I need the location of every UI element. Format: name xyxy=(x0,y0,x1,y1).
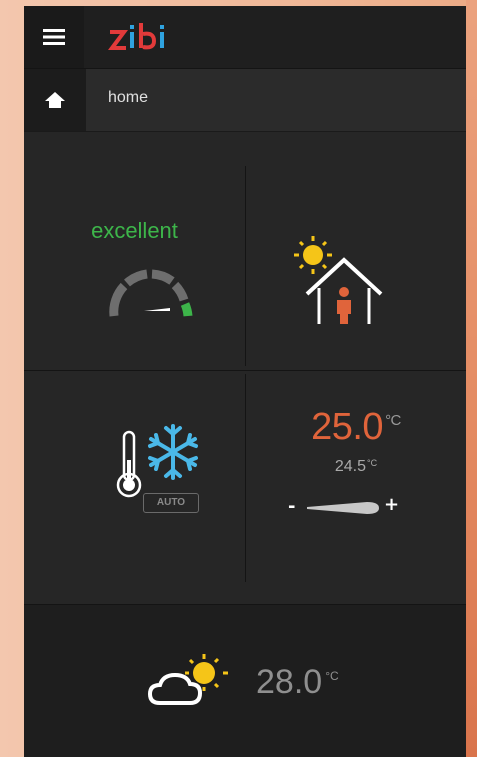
increase-setpoint-button[interactable]: + xyxy=(384,494,399,515)
snowflake-icon xyxy=(148,424,198,480)
current-unit: °C xyxy=(367,458,378,468)
setpoint-slider[interactable] xyxy=(307,501,379,515)
outdoor-temperature: 28.0 °C xyxy=(256,663,339,702)
hamburger-menu-icon xyxy=(43,29,65,45)
weather-panel[interactable]: 28.0 °C xyxy=(24,604,466,757)
setpoint-unit: °C xyxy=(385,412,401,429)
auto-mode-badge[interactable]: AUTO xyxy=(143,493,199,513)
decrease-setpoint-button[interactable]: - xyxy=(288,496,295,517)
top-bar xyxy=(24,6,466,69)
air-quality-tile[interactable] xyxy=(24,132,245,370)
background-edge xyxy=(466,0,477,757)
partly-sunny-icon xyxy=(147,654,228,705)
house-presence-icon xyxy=(294,236,383,324)
outdoor-temperature-value: 28.0 xyxy=(256,663,323,701)
air-quality-label: excellent xyxy=(91,218,178,243)
thermometer-icon xyxy=(116,430,142,498)
current-value: 24.5 xyxy=(334,458,367,475)
home-icon xyxy=(45,92,65,108)
home-button[interactable] xyxy=(24,69,86,131)
air-quality-gauge-icon xyxy=(109,269,193,317)
current-temperature: 24.5°C xyxy=(246,458,466,476)
app-screen: home excellent AUTO 25.0 °C 24.5°C - + 2… xyxy=(24,6,466,757)
setpoint-value: 25.0 xyxy=(311,406,384,448)
breadcrumb-label: home xyxy=(108,89,149,106)
setpoint-temperature: 25.0 °C xyxy=(246,406,466,449)
setpoint-tile xyxy=(246,371,466,582)
menu-button[interactable] xyxy=(24,6,84,68)
breadcrumb-bar: home xyxy=(24,69,466,132)
zibi-logo xyxy=(108,23,164,50)
outdoor-temperature-unit: °C xyxy=(325,669,339,683)
sun-icon xyxy=(294,236,332,274)
